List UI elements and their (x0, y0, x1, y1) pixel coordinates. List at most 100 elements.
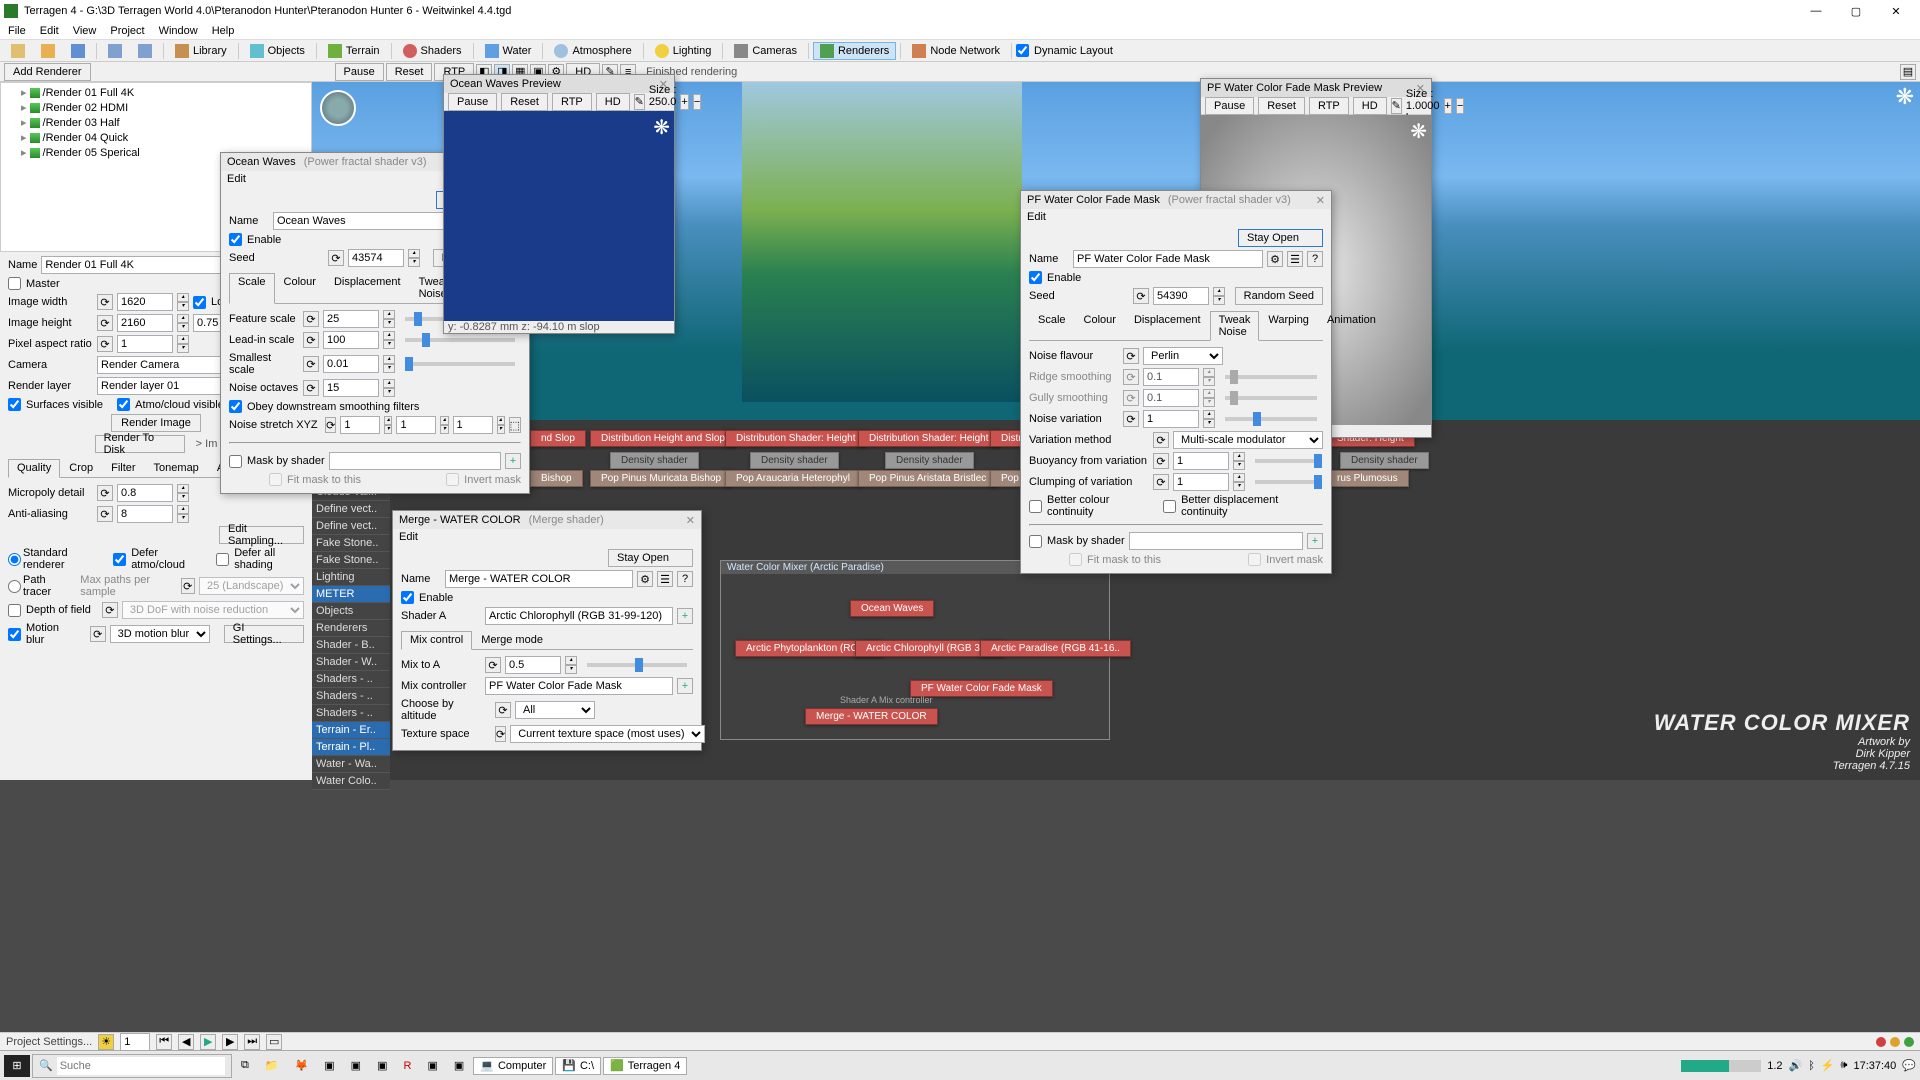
tray-icon[interactable]: 🔊 (1789, 1059, 1803, 1072)
minimize-button[interactable]: — (1796, 1, 1836, 21)
toolbar-undo[interactable] (101, 42, 129, 60)
pv-reset[interactable]: Reset (501, 93, 548, 111)
stretch-y[interactable] (396, 416, 436, 434)
stretch-z[interactable] (453, 416, 493, 434)
sun-icon[interactable]: ☀ (98, 1034, 114, 1050)
anim-icon[interactable]: ⟳ (97, 294, 113, 310)
path-tracer-radio[interactable]: Path tracer (8, 574, 69, 598)
node-pop4[interactable]: Pop Pinus Aristata Bristlec (858, 470, 997, 487)
play-icon[interactable]: ▶ (200, 1034, 216, 1050)
preview-canvas[interactable]: ❋ (444, 111, 674, 321)
task-view-icon[interactable]: ⧉ (234, 1057, 256, 1075)
master-check[interactable]: Master (8, 277, 60, 290)
tray-icon[interactable]: 🕪 (1841, 1059, 1848, 1072)
image-height-input[interactable] (117, 314, 173, 332)
invert-check[interactable]: Invert mask (1248, 553, 1323, 566)
feature-scale-input[interactable] (323, 310, 379, 328)
bcc-check[interactable]: Better colour continuity (1029, 494, 1155, 518)
flavour-select[interactable]: Perlin (1143, 347, 1223, 365)
seed-input[interactable] (1153, 287, 1209, 305)
add-icon[interactable]: + (1307, 533, 1323, 549)
tab-displacement[interactable]: Displacement (325, 273, 410, 303)
tb-explorer-icon[interactable]: 📁 (258, 1057, 286, 1075)
cat-item[interactable]: Shader - B.. (312, 637, 390, 654)
list-icon[interactable]: ☰ (1287, 251, 1303, 267)
project-settings-link[interactable]: Project Settings... (6, 1036, 92, 1048)
dynamic-layout-check[interactable]: Dynamic Layout (1016, 44, 1113, 57)
cat-item[interactable]: Shaders - .. (312, 705, 390, 722)
tab-warping[interactable]: Warping (1259, 311, 1318, 340)
obey-check[interactable]: Obey downstream smoothing filters (229, 400, 419, 413)
cat-item[interactable]: Water - Wa.. (312, 756, 390, 773)
defer-all-check[interactable]: Defer all shading (216, 547, 304, 571)
tab-colour[interactable]: Colour (1075, 311, 1125, 340)
cat-item[interactable]: METER (312, 586, 390, 603)
prev-frame-icon[interactable]: ◀ (178, 1034, 194, 1050)
plus-icon[interactable]: + (680, 94, 688, 110)
mblur-select[interactable]: 3D motion blur (110, 625, 210, 643)
node-density4[interactable]: Density shader (1340, 452, 1429, 469)
tab-scale[interactable]: Scale (1029, 311, 1075, 340)
octaves-input[interactable] (323, 379, 379, 397)
next-frame-icon[interactable]: ▶ (222, 1034, 238, 1050)
enable-check[interactable]: Enable (1029, 271, 1081, 284)
mask-input[interactable] (329, 452, 501, 470)
panel-preview-waves[interactable]: Ocean Waves Preview✕ Pause Reset RTP HD … (443, 74, 675, 334)
name-input[interactable] (1073, 250, 1263, 268)
aa-input[interactable] (117, 505, 173, 523)
pv-pause[interactable]: Pause (1205, 97, 1254, 115)
search-box[interactable]: 🔍 (32, 1054, 232, 1078)
help-icon[interactable]: ? (677, 571, 693, 587)
nvar-slider[interactable] (1225, 417, 1317, 421)
node-density1[interactable]: Density shader (610, 452, 699, 469)
anim-icon[interactable]: ⟳ (97, 315, 113, 331)
node-pop3[interactable]: Pop Araucaria Heterophyl (725, 470, 861, 487)
reset-button[interactable]: Reset (386, 63, 433, 81)
tab-animation[interactable]: Animation (1318, 311, 1385, 340)
node-density2[interactable]: Density shader (750, 452, 839, 469)
close-icon[interactable]: ✕ (1316, 194, 1325, 207)
clump-slider[interactable] (1255, 480, 1317, 484)
add-icon[interactable]: + (677, 608, 693, 624)
toolbar-redo[interactable] (131, 42, 159, 60)
toolbar-library[interactable]: Library (168, 42, 234, 60)
cat-item[interactable]: Terrain - Er.. (312, 722, 390, 739)
mask-input[interactable] (1129, 532, 1303, 550)
menu-view[interactable]: View (73, 25, 97, 37)
toolbar-renderers[interactable]: Renderers (813, 42, 896, 60)
altitude-select[interactable]: All (515, 701, 595, 719)
toolbar-terrain[interactable]: Terrain (321, 42, 387, 60)
panel-edit-menu[interactable]: Edit (393, 529, 701, 545)
random-seed-button[interactable]: Random Seed (1235, 287, 1323, 305)
plus-icon[interactable]: + (1444, 98, 1452, 114)
start-button[interactable]: ⊞ (4, 1055, 30, 1077)
node-pop6[interactable]: rus Plumosus (1326, 470, 1409, 487)
tb-app-icon[interactable]: ▣ (317, 1057, 341, 1075)
compass-icon[interactable] (320, 90, 356, 126)
invert-check[interactable]: Invert mask (446, 473, 521, 486)
tab-mix-control[interactable]: Mix control (401, 631, 472, 650)
close-icon[interactable]: ✕ (686, 514, 695, 527)
render-image-button[interactable]: Render Image (111, 414, 201, 432)
cat-item[interactable]: Renderers (312, 620, 390, 637)
timeline-icon[interactable]: ▭ (266, 1034, 282, 1050)
stay-open-button[interactable]: Stay Open (608, 549, 693, 567)
menu-file[interactable]: File (8, 25, 26, 37)
mask-check[interactable]: Mask by shader (1029, 535, 1125, 548)
node-paradise[interactable]: Arctic Paradise (RGB 41-16.. (980, 640, 1131, 657)
micro-input[interactable] (117, 484, 173, 502)
menu-help[interactable]: Help (212, 25, 235, 37)
frame-input[interactable] (120, 1033, 150, 1051)
gear-icon[interactable]: ⚙ (637, 571, 653, 587)
tab-displacement[interactable]: Displacement (1125, 311, 1210, 340)
tray-clock[interactable]: 17:37:40 (1853, 1060, 1896, 1072)
node-pop1[interactable]: Bishop (530, 470, 583, 487)
node-dist4[interactable]: Distribution Shader: Height (858, 430, 1000, 447)
menu-edit[interactable]: Edit (40, 25, 59, 37)
std-renderer-radio[interactable]: Standard renderer (8, 547, 99, 571)
panel-toggle-icon[interactable]: ▤ (1900, 64, 1916, 80)
gi-settings-button[interactable]: GI Settings... (224, 625, 304, 643)
pv-hd[interactable]: HD (596, 93, 630, 111)
toolbar-open[interactable] (34, 42, 62, 60)
gear-icon[interactable]: ⚙ (1267, 251, 1283, 267)
